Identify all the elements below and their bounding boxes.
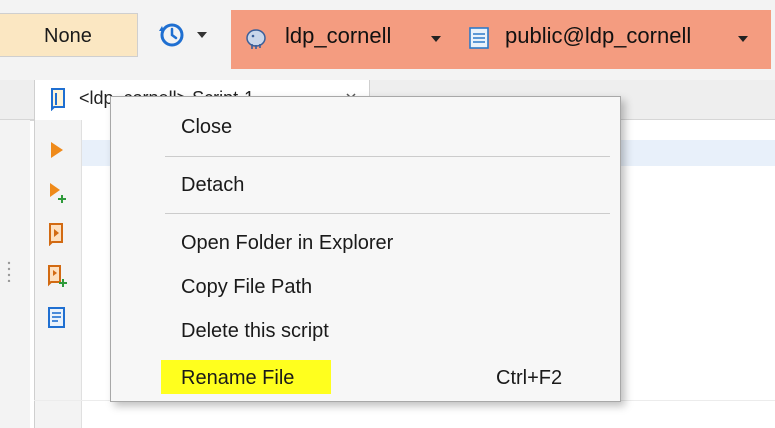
main-toolbar: None ldp_cornell public@ldp_cornell	[0, 0, 775, 80]
datasource-selector[interactable]: ldp_cornell	[285, 23, 391, 49]
menu-item-label: Close	[181, 116, 233, 138]
execute-script-new-tab-icon[interactable]	[45, 264, 69, 288]
menu-item-label: Rename File	[181, 367, 295, 389]
sql-editor-toolbar	[34, 120, 82, 428]
left-panel-edge	[0, 120, 30, 428]
menu-item-open-folder[interactable]: Open Folder in Explorer	[111, 224, 620, 260]
explain-plan-icon[interactable]	[45, 306, 69, 330]
menu-item-delete-script[interactable]: Delete this script	[111, 312, 620, 348]
menu-separator	[165, 213, 610, 214]
menu-item-label: Copy File Path	[181, 276, 313, 298]
menu-item-close[interactable]: Close	[111, 108, 620, 144]
execute-statement-icon[interactable]	[45, 138, 69, 162]
transaction-mode-label: None	[44, 25, 92, 47]
menu-item-rename-file[interactable]: Rename File Ctrl+F2	[111, 359, 620, 395]
menu-item-detach[interactable]: Detach	[111, 166, 620, 202]
menu-item-label: Open Folder in Explorer	[181, 232, 394, 254]
menu-item-label: Detach	[181, 174, 245, 196]
schema-chevron-down-icon[interactable]	[737, 35, 749, 43]
history-dropdown-chevron-down-icon[interactable]	[196, 31, 208, 39]
resize-grip[interactable]	[6, 260, 12, 282]
menu-item-shortcut: Ctrl+F2	[496, 367, 563, 389]
menu-item-label: Delete this script	[181, 320, 329, 342]
datasource-chevron-down-icon[interactable]	[430, 35, 442, 43]
sql-script-icon	[51, 88, 65, 111]
menu-item-copy-file-path[interactable]: Copy File Path	[111, 268, 620, 304]
postgres-elephant-icon[interactable]	[244, 27, 268, 51]
schema-selector[interactable]: public@ldp_cornell	[505, 23, 691, 49]
transaction-mode-combo[interactable]: None	[0, 13, 138, 57]
menu-separator	[165, 156, 610, 157]
execute-script-icon[interactable]	[45, 222, 69, 246]
execute-in-new-tab-icon[interactable]	[45, 180, 69, 204]
history-clock-icon[interactable]	[157, 21, 185, 49]
tab-context-menu: Close Detach Open Folder in Explorer Cop…	[110, 96, 621, 402]
schema-table-icon[interactable]	[468, 26, 490, 50]
